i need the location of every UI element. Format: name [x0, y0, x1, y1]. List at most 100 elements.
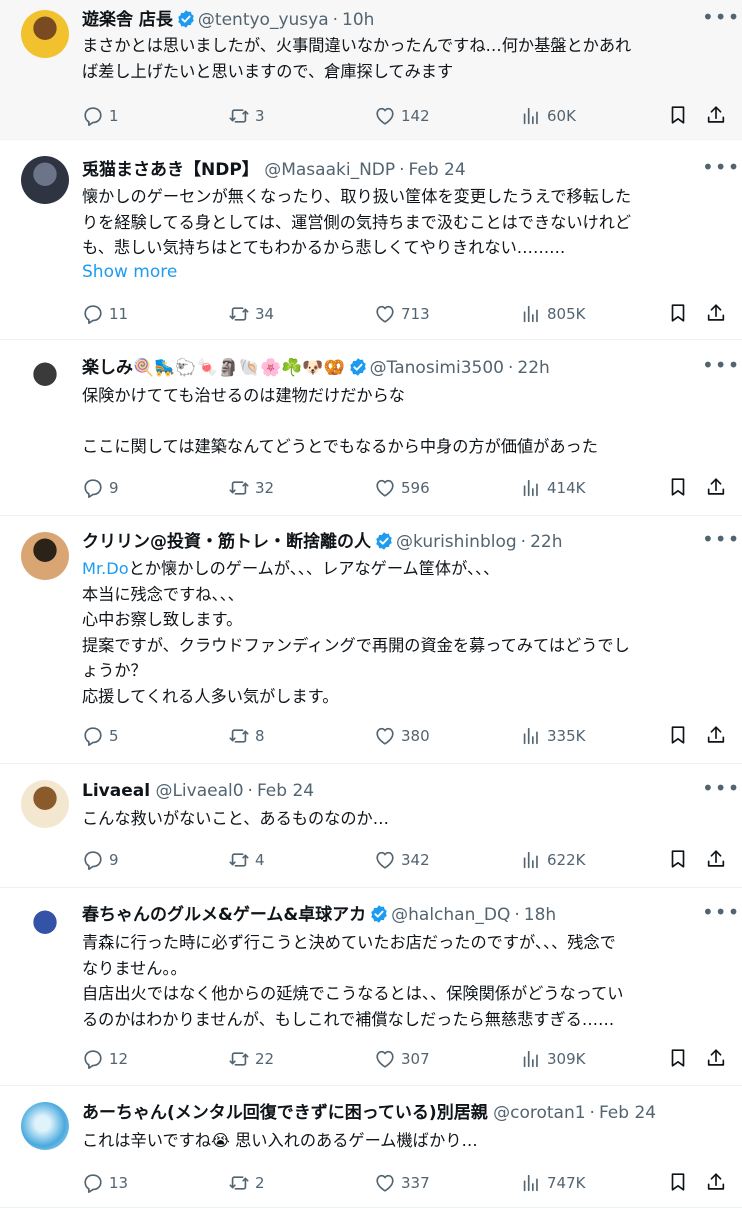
share-icon[interactable] — [705, 476, 729, 500]
bookmark-icon[interactable] — [667, 848, 691, 872]
like-button[interactable]: 307 — [374, 1047, 430, 1071]
timestamp[interactable]: 18h — [524, 905, 556, 925]
user-handle[interactable]: @halchan_DQ — [391, 905, 510, 925]
bookmark-icon[interactable] — [667, 1171, 691, 1195]
display-name[interactable]: 春ちゃんのグルメ&ゲーム&卓球アカ — [82, 905, 366, 925]
share-icon[interactable] — [705, 104, 729, 128]
repost-button[interactable]: 8 — [228, 724, 265, 748]
display-name[interactable]: あーちゃん(メンタル回復できずに困っている)別居親 — [82, 1103, 488, 1123]
like-icon — [374, 1172, 401, 1194]
share-icon[interactable] — [705, 1047, 729, 1071]
avatar[interactable] — [21, 156, 69, 204]
more-icon[interactable]: ••• — [702, 355, 739, 378]
user-handle[interactable]: @corotan1 — [493, 1103, 585, 1123]
reposts-count: 8 — [255, 727, 265, 745]
likes-count: 713 — [401, 305, 430, 323]
like-button[interactable]: 142 — [374, 104, 430, 128]
reply-button[interactable]: 1 — [82, 104, 119, 128]
repost-button[interactable]: 4 — [228, 848, 265, 872]
reply-button[interactable]: 9 — [82, 848, 119, 872]
views-button[interactable]: 309K — [520, 1047, 585, 1071]
avatar[interactable] — [21, 904, 69, 952]
views-icon — [520, 477, 547, 499]
repost-button[interactable]: 3 — [228, 104, 265, 128]
bookmark-icon[interactable] — [667, 1047, 691, 1071]
user-handle[interactable]: @tentyo_yusya — [198, 10, 329, 30]
reposts-count: 4 — [255, 851, 265, 869]
tweet-text: 懐かしのゲーセンが無くなったり、取り扱い筐体を変更したうえで移転した りを経験して… — [82, 184, 722, 261]
display-name[interactable]: 遊楽舎 店長 — [82, 10, 173, 30]
user-handle[interactable]: @Tanosimi3500 — [370, 358, 504, 378]
share-icon[interactable] — [705, 1171, 729, 1195]
views-button[interactable]: 805K — [520, 302, 585, 326]
avatar[interactable] — [21, 1102, 69, 1150]
reply-button[interactable]: 13 — [82, 1171, 128, 1195]
timestamp[interactable]: Feb 24 — [257, 781, 314, 801]
reply-icon — [82, 303, 109, 325]
repost-button[interactable]: 2 — [228, 1171, 265, 1195]
like-button[interactable]: 380 — [374, 724, 430, 748]
reply-button[interactable]: 12 — [82, 1047, 128, 1071]
repost-button[interactable]: 34 — [228, 302, 274, 326]
tweet-text-span: ょうか？ — [82, 661, 147, 680]
bookmark-icon[interactable] — [667, 724, 691, 748]
views-button[interactable]: 60K — [520, 104, 576, 128]
reply-button[interactable]: 5 — [82, 724, 119, 748]
views-button[interactable]: 747K — [520, 1171, 585, 1195]
avatar[interactable] — [21, 780, 69, 828]
like-button[interactable]: 596 — [374, 476, 430, 500]
views-button[interactable]: 414K — [520, 476, 585, 500]
avatar[interactable] — [21, 532, 69, 580]
user-handle[interactable]: @Livaeal0 — [155, 781, 243, 801]
avatar[interactable] — [21, 10, 69, 58]
views-button[interactable]: 335K — [520, 724, 585, 748]
tweet-text-line: ば差し上げたいと思いますので、倉庫探してみます — [82, 59, 722, 85]
timestamp[interactable]: Feb 24 — [599, 1103, 656, 1123]
bookmark-icon[interactable] — [667, 302, 691, 326]
timestamp[interactable]: 22h — [517, 358, 549, 378]
bookmark-icon[interactable] — [667, 476, 691, 500]
replies-count: 5 — [109, 727, 119, 745]
timestamp[interactable]: Feb 24 — [409, 160, 466, 180]
tweet-text-line: これは辛いですね😭 思い入れのあるゲーム機ばかり… — [82, 1128, 722, 1154]
share-icon[interactable] — [705, 302, 729, 326]
share-icon[interactable] — [705, 848, 729, 872]
views-count: 414K — [547, 479, 586, 497]
mention-link[interactable]: Mr.Do — [82, 559, 129, 578]
like-button[interactable]: 342 — [374, 848, 430, 872]
tweet-text-span: こんな救いがないこと、あるものなのか… — [82, 809, 389, 828]
tweet-actions: 9 4 342 622K — [82, 848, 732, 872]
views-icon — [520, 303, 547, 325]
views-icon — [520, 105, 547, 127]
bookmark-icon[interactable] — [667, 104, 691, 128]
reply-icon — [82, 849, 109, 871]
display-name[interactable]: 兎猫まさあき【NDP】 — [82, 160, 259, 180]
show-more-link[interactable]: Show more — [82, 260, 177, 284]
more-icon[interactable]: ••• — [702, 529, 739, 552]
repost-button[interactable]: 22 — [228, 1047, 274, 1071]
user-handle[interactable]: @Masaaki_NDP — [264, 160, 395, 180]
display-name[interactable]: 楽しみ🍭🛼🐑🍬🗿🐚🌸☘️🐶🥨 — [82, 358, 345, 378]
reposts-count: 2 — [255, 1174, 265, 1192]
timestamp[interactable]: 10h — [342, 10, 374, 30]
display-name[interactable]: クリリン@投資・筋トレ・断捨離の人 — [82, 532, 371, 552]
more-icon[interactable]: ••• — [702, 778, 739, 801]
more-icon[interactable]: ••• — [702, 7, 739, 30]
tweet-text-span: これは辛いですね😭 思い入れのあるゲーム機ばかり… — [82, 1131, 478, 1150]
like-button[interactable]: 337 — [374, 1171, 430, 1195]
share-icon[interactable] — [705, 724, 729, 748]
tweet-text-span: りを経験してる身としては、運営側の気持ちまで汲むことはできないけれど — [82, 212, 632, 232]
more-icon[interactable]: ••• — [702, 902, 739, 925]
avatar[interactable] — [21, 356, 69, 404]
timestamp[interactable]: 22h — [530, 532, 562, 552]
user-handle[interactable]: @kurishinblog — [396, 532, 517, 552]
display-name[interactable]: Livaeal — [82, 781, 150, 801]
reply-button[interactable]: 9 — [82, 476, 119, 500]
views-button[interactable]: 622K — [520, 848, 585, 872]
separator-dot: · — [514, 905, 520, 925]
like-button[interactable]: 713 — [374, 302, 430, 326]
tweet-actions: 11 34 713 805K — [82, 302, 732, 326]
reply-button[interactable]: 11 — [82, 302, 128, 326]
repost-button[interactable]: 32 — [228, 476, 274, 500]
more-icon[interactable]: ••• — [702, 157, 739, 180]
